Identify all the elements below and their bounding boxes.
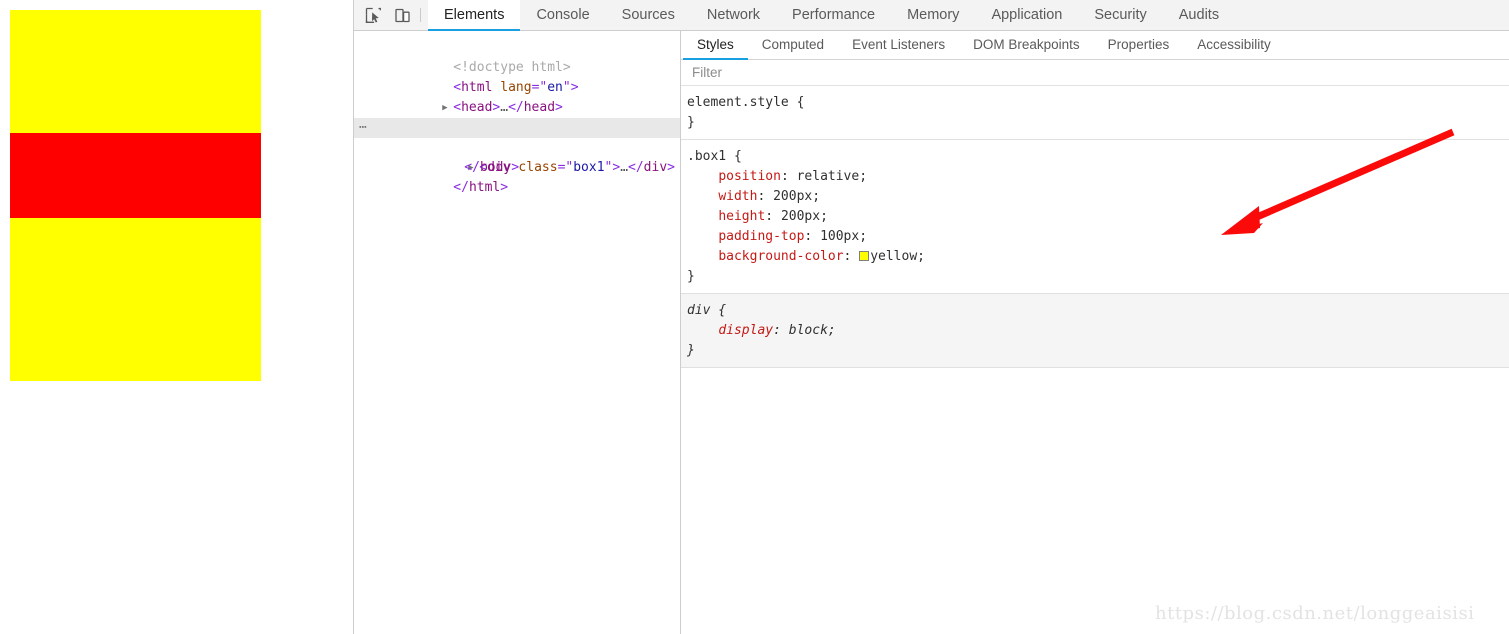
property-value[interactable]: 200px [773,189,812,204]
declaration-position[interactable]: position: relative; [687,169,867,184]
tag-name-html-close: html [468,180,501,195]
property-value[interactable]: block [789,323,828,338]
property-name[interactable]: height [718,209,765,224]
dom-line-html-close[interactable]: </html> [354,158,680,195]
declaration-padding-top[interactable]: padding-top: 100px; [687,229,867,244]
watermark-text: https://blog.csdn.net/longgeaisisi [1155,603,1475,624]
brace-open: { [710,303,727,318]
dom-line-body-close[interactable]: </body> [354,138,680,175]
tab-styles[interactable]: Styles [683,31,748,60]
property-value[interactable]: 200px [781,209,820,224]
filter-input[interactable] [690,64,990,81]
tab-performance[interactable]: Performance [776,0,891,31]
page-viewport [0,0,353,634]
rule-selector[interactable]: div [687,303,710,318]
dom-tree-pane[interactable]: <!doctype html> <html lang="en"> ▶ <head>… [354,31,681,634]
property-name[interactable]: width [718,189,757,204]
tab-event-listeners[interactable]: Event Listeners [838,31,959,60]
brace-close: } [687,343,695,358]
tab-security[interactable]: Security [1078,0,1162,31]
declaration-background-color[interactable]: background-color: yellow; [687,249,925,264]
brace-close: } [687,115,695,130]
tab-sources[interactable]: Sources [606,0,691,31]
filter-bar[interactable] [681,60,1509,86]
rule-box1[interactable]: .box1 { position: relative; width: 200px… [681,140,1509,294]
close-angle-open: </ [453,180,469,195]
tab-properties[interactable]: Properties [1094,31,1184,60]
tab-memory[interactable]: Memory [891,0,975,31]
rule-element-style[interactable]: element.style { } [681,86,1509,140]
rule-div-user-agent[interactable]: div { display: block; } [681,294,1509,368]
property-name[interactable]: position [718,169,781,184]
declaration-display[interactable]: display: block; [687,323,835,338]
property-value[interactable]: yellow [870,249,917,264]
box1-inner-element[interactable] [10,133,261,218]
declaration-width[interactable]: width: 200px; [687,189,820,204]
dom-line-head[interactable]: ▶ <head>…</head> [354,78,680,115]
tab-console[interactable]: Console [520,0,605,31]
toolbar-icon-group [354,0,418,30]
declaration-height[interactable]: height: 200px; [687,209,828,224]
rule-selector[interactable]: element.style [687,95,789,110]
property-value[interactable]: 100px [820,229,859,244]
toolbar-divider [420,8,421,22]
devtools-panel: Elements Console Sources Network Perform… [353,0,1509,634]
device-toolbar-icon[interactable] [392,5,412,25]
rule-selector[interactable]: .box1 [687,149,726,164]
tab-dom-breakpoints[interactable]: DOM Breakpoints [959,31,1094,60]
devtools-screenshot: Elements Console Sources Network Perform… [0,0,1509,634]
box1-element[interactable] [10,10,261,381]
brace-open: { [726,149,742,164]
brace-open: { [788,95,805,110]
dom-line-selected-div[interactable]: ⋯ ▶<div class="box1">…</div> == $0 [354,118,680,175]
tab-audits[interactable]: Audits [1163,0,1235,31]
property-name[interactable]: padding-top [718,229,804,244]
dom-line-html-open[interactable]: <html lang="en"> [354,58,680,95]
brace-close: } [687,269,695,284]
styles-tab-bar: Styles Computed Event Listeners DOM Brea… [681,31,1509,60]
close-angle-close: > [500,180,509,195]
dom-line-doctype[interactable]: <!doctype html> [354,38,680,75]
tab-application[interactable]: Application [975,0,1078,31]
inspect-element-icon[interactable] [363,5,383,25]
tab-elements[interactable]: Elements [428,0,521,31]
styles-sidebar: Styles Computed Event Listeners DOM Brea… [681,31,1509,634]
color-swatch-icon[interactable] [859,251,870,261]
devtools-body: <!doctype html> <html lang="en"> ▶ <head>… [354,31,1509,634]
tab-computed[interactable]: Computed [748,31,838,60]
more-options-dots[interactable]: ⋯ [359,118,368,138]
property-value[interactable]: relative [797,169,860,184]
tab-network[interactable]: Network [691,0,776,31]
property-name[interactable]: display [718,323,773,338]
dom-line-body-open[interactable]: ▼<body> [354,98,680,135]
css-rules-list: element.style { } .box1 { position: rela… [681,86,1509,368]
devtools-toolbar: Elements Console Sources Network Perform… [354,0,1509,31]
property-name[interactable]: background-color [718,249,843,264]
tab-accessibility[interactable]: Accessibility [1183,31,1285,60]
main-tab-bar: Elements Console Sources Network Perform… [428,0,1235,31]
